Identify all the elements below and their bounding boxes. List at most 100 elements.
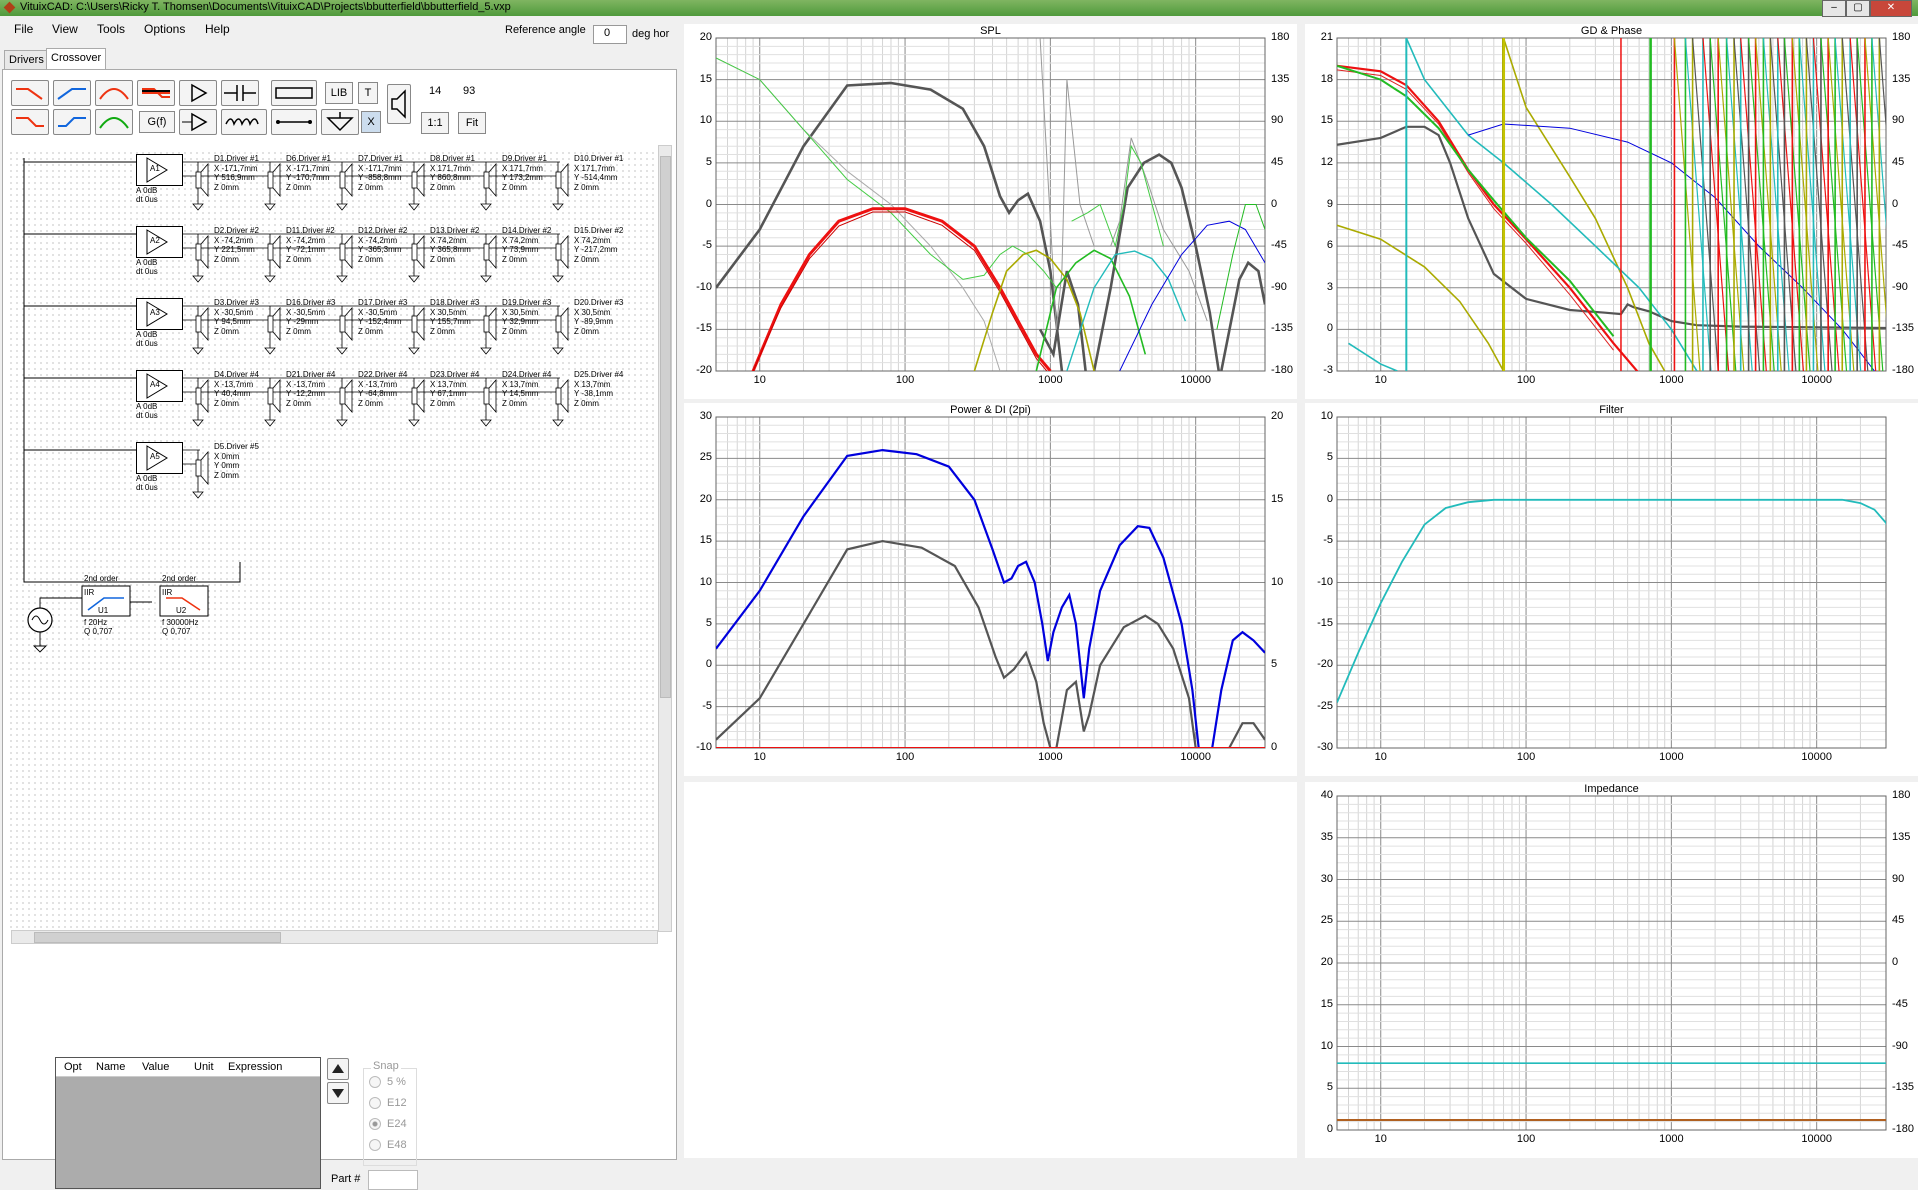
spl-tweeter-curve <box>1216 204 1265 330</box>
y2-tick-label: 15 <box>1271 492 1284 505</box>
col-value[interactable]: Value <box>142 1061 169 1073</box>
driver-block[interactable]: D18.Driver #3 X 30,5mm Y 155,7mm Z 0mm <box>408 298 480 364</box>
driver-z-label: Z 0mm <box>502 182 527 192</box>
menu-help[interactable]: Help <box>205 22 230 36</box>
transfer-function-button[interactable]: G(f) <box>139 111 175 133</box>
lowpass2-tool-button[interactable] <box>11 109 49 135</box>
highpass-tool-button[interactable] <box>53 80 91 106</box>
y-tick-label: 5 <box>705 616 712 629</box>
notch-tool-button[interactable] <box>137 80 175 106</box>
driver-block[interactable]: D2.Driver #2 X -74,2mm Y 221,5mm Z 0mm <box>192 226 264 292</box>
bandpass-tool-button[interactable] <box>95 80 133 106</box>
buffer-tool-button[interactable] <box>179 109 217 135</box>
tab-crossover[interactable]: Crossover <box>46 48 107 71</box>
driver-name-label: D10.Driver #1 <box>574 154 624 163</box>
col-unit[interactable]: Unit <box>194 1061 214 1073</box>
schematic-vertical-scrollbar[interactable] <box>658 145 672 932</box>
driver-block[interactable]: D7.Driver #1 X -171,7mm Y -858,8mm Z 0mm <box>336 154 408 220</box>
driver-block[interactable]: D21.Driver #4 X -13,7mm Y -12,2mm Z 0mm <box>264 370 336 436</box>
driver-z-label: Z 0mm <box>430 182 455 192</box>
menu-file[interactable]: File <box>14 22 33 36</box>
driver-block[interactable]: D17.Driver #3 X -30,5mm Y -152,4mm Z 0mm <box>336 298 408 364</box>
driver-block[interactable]: D13.Driver #2 X 74,2mm Y 365,8mm Z 0mm <box>408 226 480 292</box>
move-up-button[interactable] <box>327 1058 349 1080</box>
driver-block[interactable]: D8.Driver #1 X 171,7mm Y 860,8mm Z 0mm <box>408 154 480 220</box>
driver-block[interactable]: D6.Driver #1 X -171,7mm Y -170,7mm Z 0mm <box>264 154 336 220</box>
driver-y-label: Y -29mm <box>286 317 319 326</box>
parameter-table[interactable]: Opt Name Value Unit Expression <box>55 1057 321 1189</box>
text-tool-button[interactable]: T <box>358 82 378 104</box>
schematic-horizontal-scrollbar[interactable] <box>11 930 658 944</box>
maximize-button[interactable]: ▢ <box>1846 0 1870 17</box>
impedance-chart[interactable]: Impedance 40 35 30 25 20 15 10 5 0 180 135 90 45 0 -45… <box>1305 782 1918 1158</box>
driver-block[interactable]: D10.Driver #1 X 171,7mm Y -514,4mm Z 0mm <box>552 154 624 220</box>
driver-block[interactable]: D12.Driver #2 X -74,2mm Y -365,3mm Z 0mm <box>336 226 408 292</box>
menu-view[interactable]: View <box>52 22 78 36</box>
menu-options[interactable]: Options <box>144 22 185 36</box>
capacitor-tool-button[interactable] <box>221 80 259 106</box>
empty-chart-area <box>684 782 1297 1158</box>
tab-drivers[interactable]: Drivers <box>4 50 49 70</box>
driver-block[interactable]: D19.Driver #3 X 30,5mm Y 32,9mm Z 0mm <box>480 298 552 364</box>
driver-y-label: Y 67,1mm <box>430 389 467 398</box>
driver-x-label: X -30,5mm <box>286 307 326 317</box>
zoom-1to1-button[interactable]: 1:1 <box>421 112 449 134</box>
schematic-canvas[interactable]: A1 A 0dB dt 0us D1.Driver #1 X -171,7mm Y 516… <box>8 150 658 930</box>
y-tick-label: -5 <box>702 699 712 712</box>
delete-tool-button[interactable]: X <box>361 111 381 133</box>
driver-block[interactable]: D5.Driver #5 X 0mm Y 0mm Z 0mm <box>192 442 264 508</box>
filter-frequency: f 30000Hz <box>162 618 199 627</box>
driver-y-label: Y 94,5mm <box>214 317 251 326</box>
col-name[interactable]: Name <box>96 1061 125 1073</box>
amplifier-gain: A 0dB <box>136 402 158 411</box>
driver-y-label: Y 0mm <box>214 461 240 470</box>
y2-tick-label: 135 <box>1892 830 1911 843</box>
lowpass-tool-button[interactable] <box>11 80 49 106</box>
part-number-input[interactable] <box>368 1170 418 1190</box>
spl-chart[interactable]: SPL 20 15 10 5 0 -5 -10 -15 -20 180 135 90 45 0 -45 -90… <box>684 24 1297 399</box>
driver-block[interactable]: D11.Driver #2 X -74,2mm Y -72,1mm Z 0mm <box>264 226 336 292</box>
col-opt[interactable]: Opt <box>64 1061 82 1073</box>
close-button[interactable]: ✕ <box>1870 0 1912 17</box>
y2-tick-label: 20 <box>1271 410 1284 422</box>
driver-block[interactable]: D15.Driver #2 X 74,2mm Y -217,2mm Z 0mm <box>552 226 624 292</box>
reference-angle-input[interactable]: 0 <box>604 27 610 39</box>
zoom-fit-button[interactable]: Fit <box>458 112 486 134</box>
gd-phase-chart[interactable]: GD & Phase 21 18 15 12 9 6 3 0 -3 180 135 90 45 0 -45-… <box>1305 24 1918 399</box>
power-di-chart[interactable]: Power & DI (2pi) 30 25 20 15 10 5 0 -5 -10 20 15 10… <box>684 403 1297 776</box>
driver-block[interactable]: D25.Driver #4 X 13,7mm Y -38,1mm Z 0mm <box>552 370 624 436</box>
peaking-tool-button[interactable] <box>95 109 133 135</box>
snap-option-e12[interactable]: E12 <box>369 1097 407 1110</box>
driver-block[interactable]: D1.Driver #1 X -171,7mm Y 516,9mm Z 0mm <box>192 154 264 220</box>
library-button[interactable]: LIB <box>325 82 353 104</box>
col-expression[interactable]: Expression <box>228 1061 282 1073</box>
speaker-icon[interactable] <box>387 84 411 124</box>
ground-tool-button[interactable] <box>321 109 359 135</box>
resistor-tool-button[interactable] <box>271 80 317 106</box>
driver-x-label: X -13,7mm <box>358 379 398 389</box>
snap-option-5pct[interactable]: 5 % <box>369 1076 406 1089</box>
driver-x-label: X -74,2mm <box>358 235 398 245</box>
highpass2-tool-button[interactable] <box>53 109 91 135</box>
inductor-tool-button[interactable] <box>221 109 267 135</box>
driver-block[interactable]: D22.Driver #4 X -13,7mm Y -64,8mm Z 0mm <box>336 370 408 436</box>
filter-chart[interactable]: Filter 10 5 0 -5 -10 -15 -20 -25 -30 10 100 1000 100… <box>1305 403 1918 776</box>
driver-block[interactable]: D14.Driver #2 X 74,2mm Y 73,9mm Z 0mm <box>480 226 552 292</box>
filter-title: 2nd order <box>84 574 119 583</box>
menu-tools[interactable]: Tools <box>97 22 125 36</box>
driver-block[interactable]: D23.Driver #4 X 13,7mm Y 67,1mm Z 0mm <box>408 370 480 436</box>
snap-option-e24[interactable]: E24 <box>369 1118 407 1131</box>
wire-tool-button[interactable] <box>271 109 317 135</box>
driver-name-label: D23.Driver #4 <box>430 370 480 379</box>
y-tick-label: 35 <box>1320 830 1333 843</box>
driver-block[interactable]: D4.Driver #4 X -13,7mm Y 40,4mm Z 0mm <box>192 370 264 436</box>
driver-block[interactable]: D20.Driver #3 X 30,5mm Y -89,9mm Z 0mm <box>552 298 624 364</box>
driver-block[interactable]: D9.Driver #1 X 171,7mm Y 173,2mm Z 0mm <box>480 154 552 220</box>
driver-block[interactable]: D3.Driver #3 X -30,5mm Y 94,5mm Z 0mm <box>192 298 264 364</box>
move-down-button[interactable] <box>327 1082 349 1104</box>
minimize-button[interactable]: – <box>1822 0 1846 17</box>
driver-block[interactable]: D24.Driver #4 X 13,7mm Y 14,5mm Z 0mm <box>480 370 552 436</box>
driver-block[interactable]: D16.Driver #3 X -30,5mm Y -29mm Z 0mm <box>264 298 336 364</box>
amplifier-tool-button[interactable] <box>179 80 217 106</box>
snap-option-e48[interactable]: E48 <box>369 1139 407 1152</box>
